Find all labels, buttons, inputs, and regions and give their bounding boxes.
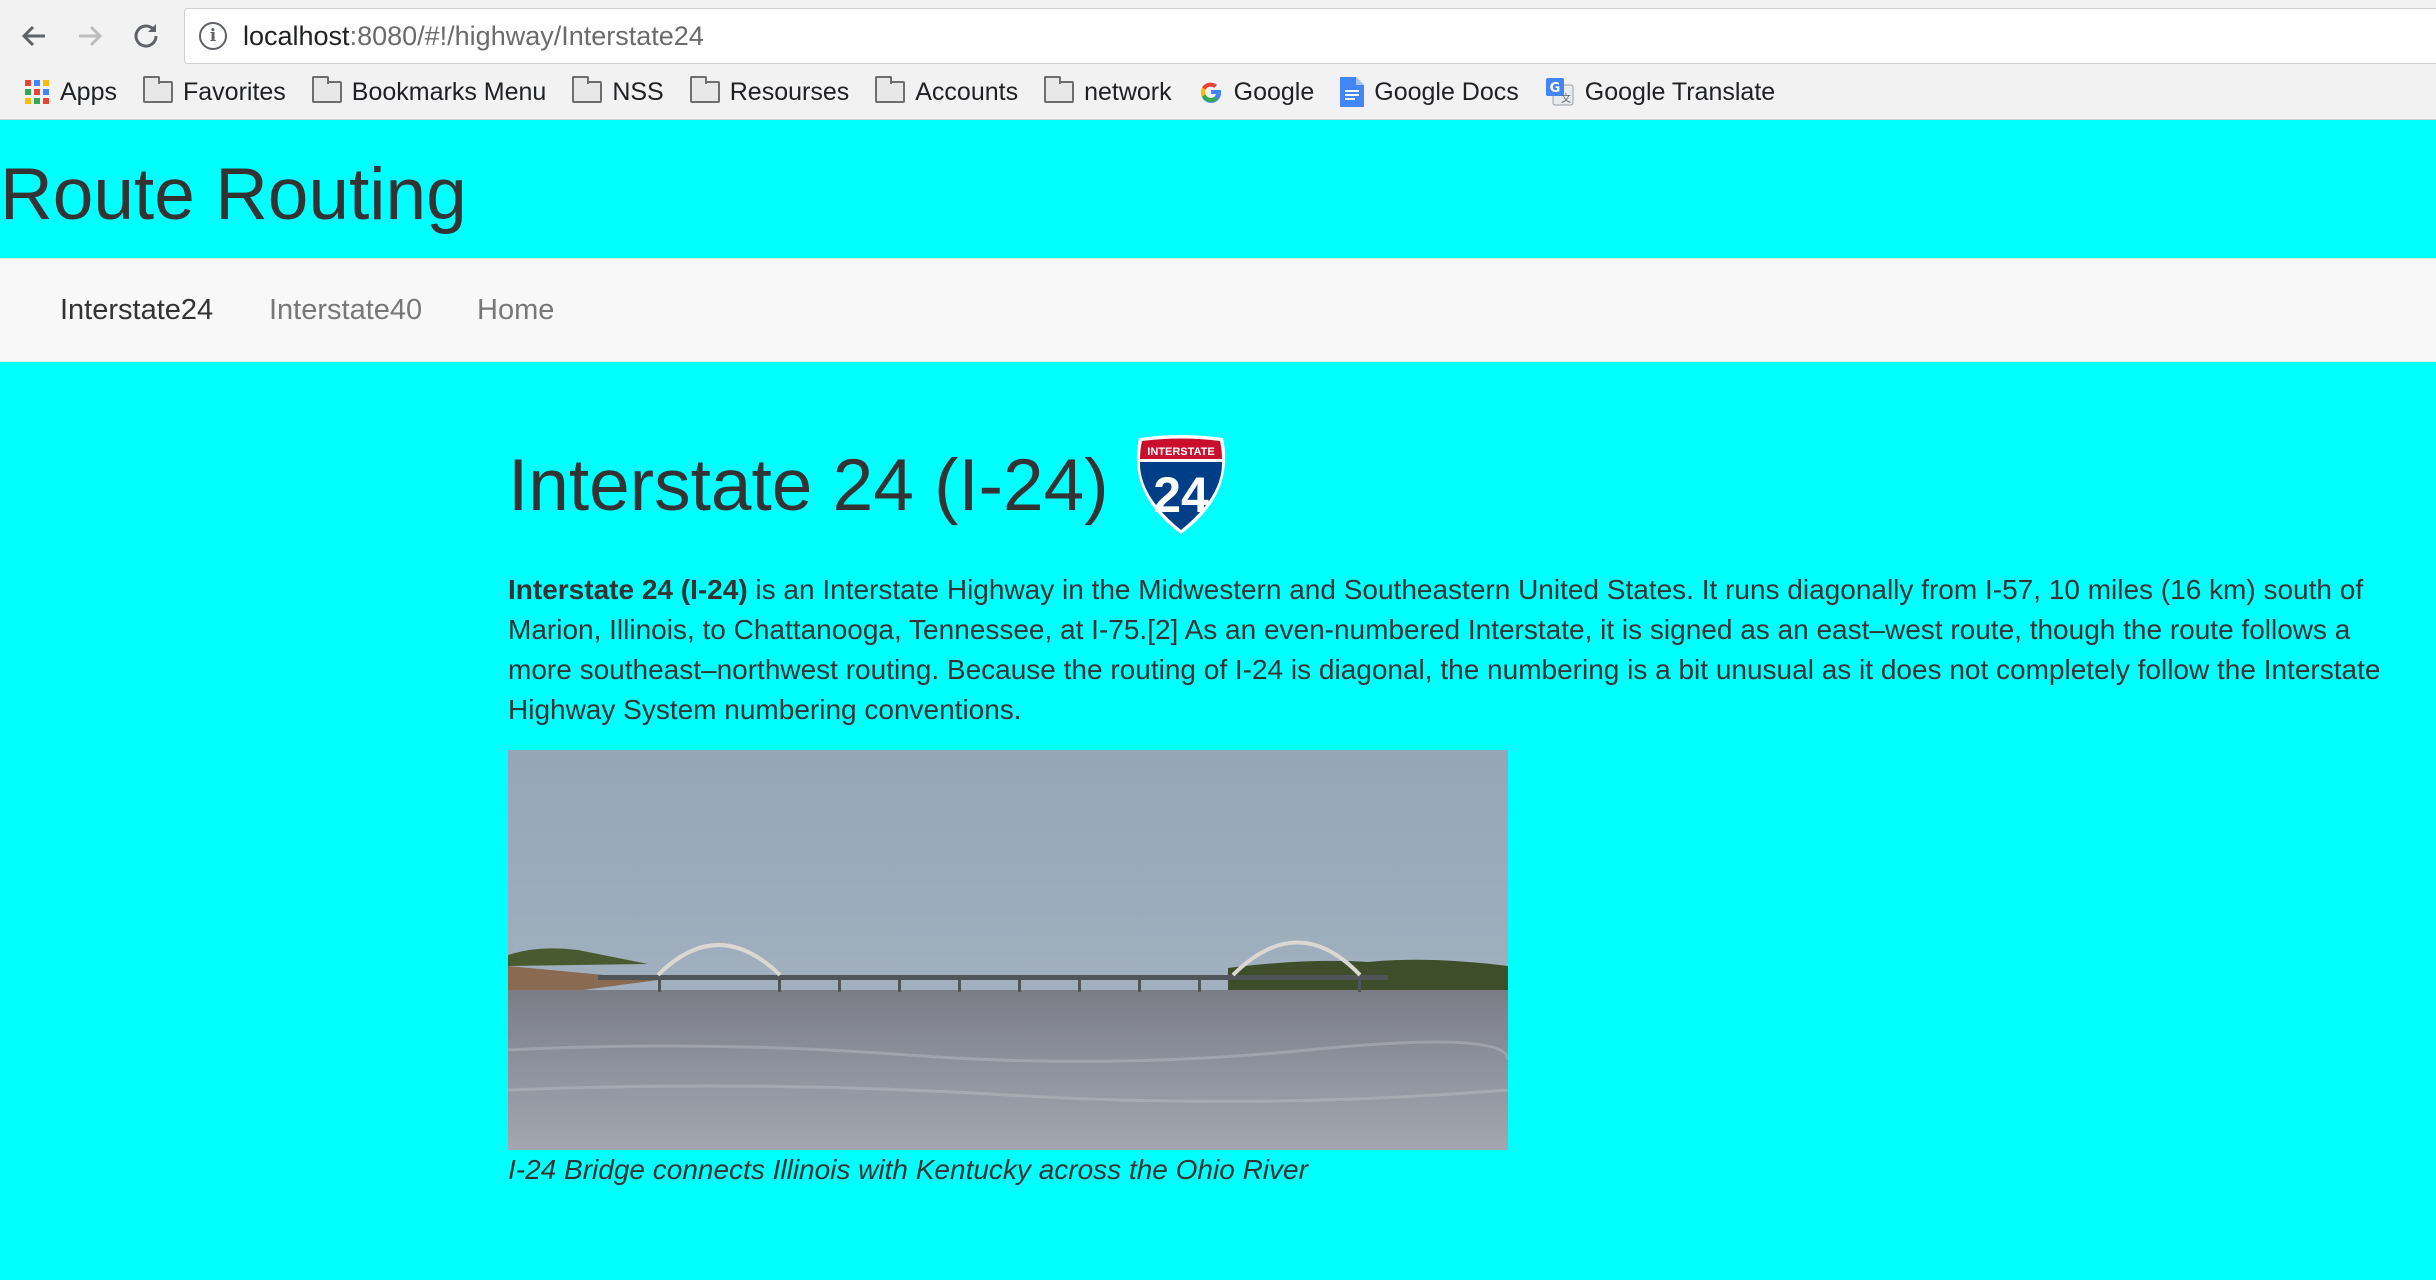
browser-chrome: i localhost:8080/#!/highway/Interstate24… bbox=[0, 0, 2436, 120]
reload-icon[interactable] bbox=[122, 12, 170, 60]
folder-icon bbox=[875, 76, 906, 103]
folder-icon bbox=[311, 76, 342, 103]
article-lead-bold: Interstate 24 (I-24) bbox=[508, 574, 748, 605]
bookmark-resourses[interactable]: Resourses bbox=[689, 76, 850, 107]
bookmark-label: Google Translate bbox=[1584, 77, 1776, 106]
bookmark-bookmarks-menu[interactable]: Bookmarks Menu bbox=[311, 76, 547, 107]
url-host: localhost bbox=[243, 20, 350, 51]
apps-grid-icon bbox=[24, 79, 50, 105]
nav-interstate40[interactable]: Interstate40 bbox=[269, 259, 422, 361]
bookmark-nss[interactable]: NSS bbox=[572, 76, 664, 107]
bookmarks-bar: Apps Favorites Bookmarks Menu NSS Resour… bbox=[0, 72, 1801, 112]
bookmark-label: Bookmarks Menu bbox=[351, 77, 547, 106]
folder-icon bbox=[572, 76, 603, 103]
forward-arrow-icon[interactable] bbox=[66, 12, 114, 60]
svg-text:G: G bbox=[1549, 81, 1560, 96]
nav-home[interactable]: Home bbox=[477, 259, 554, 361]
bookmark-label: Google bbox=[1233, 77, 1315, 106]
bookmark-network[interactable]: network bbox=[1044, 76, 1172, 107]
bookmark-google-translate[interactable]: G 文 Google Translate bbox=[1545, 77, 1775, 107]
bookmark-label: network bbox=[1084, 77, 1172, 106]
bookmark-label: Accounts bbox=[915, 77, 1019, 106]
svg-text:文: 文 bbox=[1561, 92, 1571, 105]
nav-interstate24[interactable]: Interstate24 bbox=[60, 259, 213, 361]
bookmark-accounts[interactable]: Accounts bbox=[875, 76, 1019, 107]
bookmark-google[interactable]: Google bbox=[1198, 77, 1315, 107]
bookmark-favorites[interactable]: Favorites bbox=[142, 76, 286, 107]
navbar: Interstate24 Interstate40 Home bbox=[0, 258, 2436, 362]
url-path: :8080/#!/highway/Interstate24 bbox=[349, 20, 704, 51]
google-g-icon bbox=[1198, 79, 1224, 105]
page-heading: Interstate 24 (I-24) bbox=[508, 444, 1109, 526]
back-arrow-icon[interactable] bbox=[10, 12, 58, 60]
bookmark-apps[interactable]: Apps bbox=[24, 78, 117, 107]
url-text[interactable]: localhost:8080/#!/highway/Interstate24 bbox=[243, 21, 704, 52]
article-body-text: is an Interstate Highway in the Midweste… bbox=[508, 574, 2381, 725]
bookmark-label: Google Docs bbox=[1374, 77, 1519, 106]
heading-row: Interstate 24 (I-24) INTERSTATE 24 bbox=[508, 430, 2388, 540]
google-translate-icon: G 文 bbox=[1545, 77, 1575, 107]
shield-top-text: INTERSTATE bbox=[1147, 446, 1214, 458]
bridge-photo bbox=[508, 750, 1508, 1150]
bookmark-label: Apps bbox=[60, 77, 117, 106]
site-title: Route Routing bbox=[0, 154, 467, 235]
google-docs-icon bbox=[1340, 77, 1365, 107]
bookmark-label: Resourses bbox=[729, 77, 850, 106]
bookmark-google-docs[interactable]: Google Docs bbox=[1340, 77, 1519, 107]
main-content: Interstate 24 (I-24) INTERSTATE 24 Inter… bbox=[508, 430, 2388, 1186]
shield-number: 24 bbox=[1153, 467, 1209, 523]
folder-icon bbox=[1044, 76, 1075, 103]
folder-icon bbox=[142, 76, 173, 103]
article-paragraph: Interstate 24 (I-24) is an Interstate Hi… bbox=[508, 570, 2388, 730]
folder-icon bbox=[689, 76, 720, 103]
interstate-shield-icon: INTERSTATE 24 bbox=[1136, 435, 1225, 534]
address-bar[interactable]: i localhost:8080/#!/highway/Interstate24 bbox=[184, 8, 2436, 64]
bookmark-label: Favorites bbox=[182, 77, 286, 106]
info-icon[interactable]: i bbox=[199, 22, 227, 50]
bookmark-label: NSS bbox=[612, 77, 664, 106]
photo-caption: I-24 Bridge connects Illinois with Kentu… bbox=[508, 1154, 1308, 1185]
